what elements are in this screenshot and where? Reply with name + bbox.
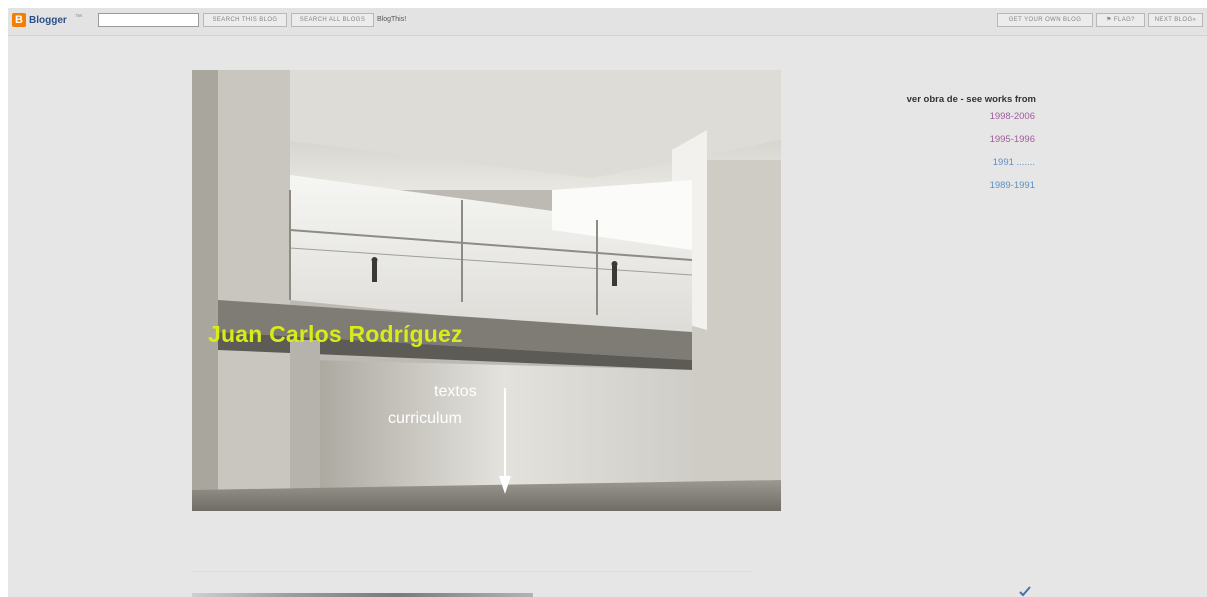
- search-this-blog-button[interactable]: SEARCH THIS BLOG: [203, 13, 287, 27]
- works-link-1989-1991[interactable]: 1989-1991: [990, 180, 1035, 191]
- divider: [192, 571, 752, 572]
- textos-link[interactable]: textos: [434, 383, 477, 401]
- blogger-logo-icon[interactable]: B: [12, 13, 26, 27]
- works-link-1991[interactable]: 1991 .......: [993, 157, 1035, 168]
- page: B Blogger ™ SEARCH THIS BLOG SEARCH ALL …: [8, 8, 1207, 597]
- search-all-blogs-button[interactable]: SEARCH ALL BLOGS: [291, 13, 374, 27]
- edit-check-icon[interactable]: [1019, 585, 1031, 597]
- hero-image[interactable]: Juan Carlos Rodríguez textos curriculum: [192, 70, 781, 511]
- artist-name-heading: Juan Carlos Rodríguez: [208, 321, 463, 347]
- search-input[interactable]: [98, 13, 199, 27]
- arrow-down-icon: [499, 388, 511, 494]
- blogger-logo-text[interactable]: Blogger: [29, 15, 67, 26]
- get-your-own-blog-button[interactable]: GET YOUR OWN BLOG: [997, 13, 1093, 27]
- sidebar-title: ver obra de - see works from: [906, 94, 1036, 105]
- gallery-interior-illustration: [192, 70, 781, 511]
- trademark-mark: ™: [75, 14, 82, 21]
- works-link-1998-2006[interactable]: 1998-2006: [990, 111, 1035, 122]
- next-post-image[interactable]: [192, 593, 533, 597]
- works-link-1995-1996[interactable]: 1995-1996: [990, 134, 1035, 145]
- flag-button[interactable]: ⚑ FLAG?: [1096, 13, 1145, 27]
- curriculum-link[interactable]: curriculum: [388, 410, 462, 428]
- blogger-navbar: B Blogger ™ SEARCH THIS BLOG SEARCH ALL …: [8, 8, 1207, 36]
- next-blog-button[interactable]: NEXT BLOG»: [1148, 13, 1203, 27]
- blogthis-link[interactable]: BlogThis!: [377, 16, 406, 23]
